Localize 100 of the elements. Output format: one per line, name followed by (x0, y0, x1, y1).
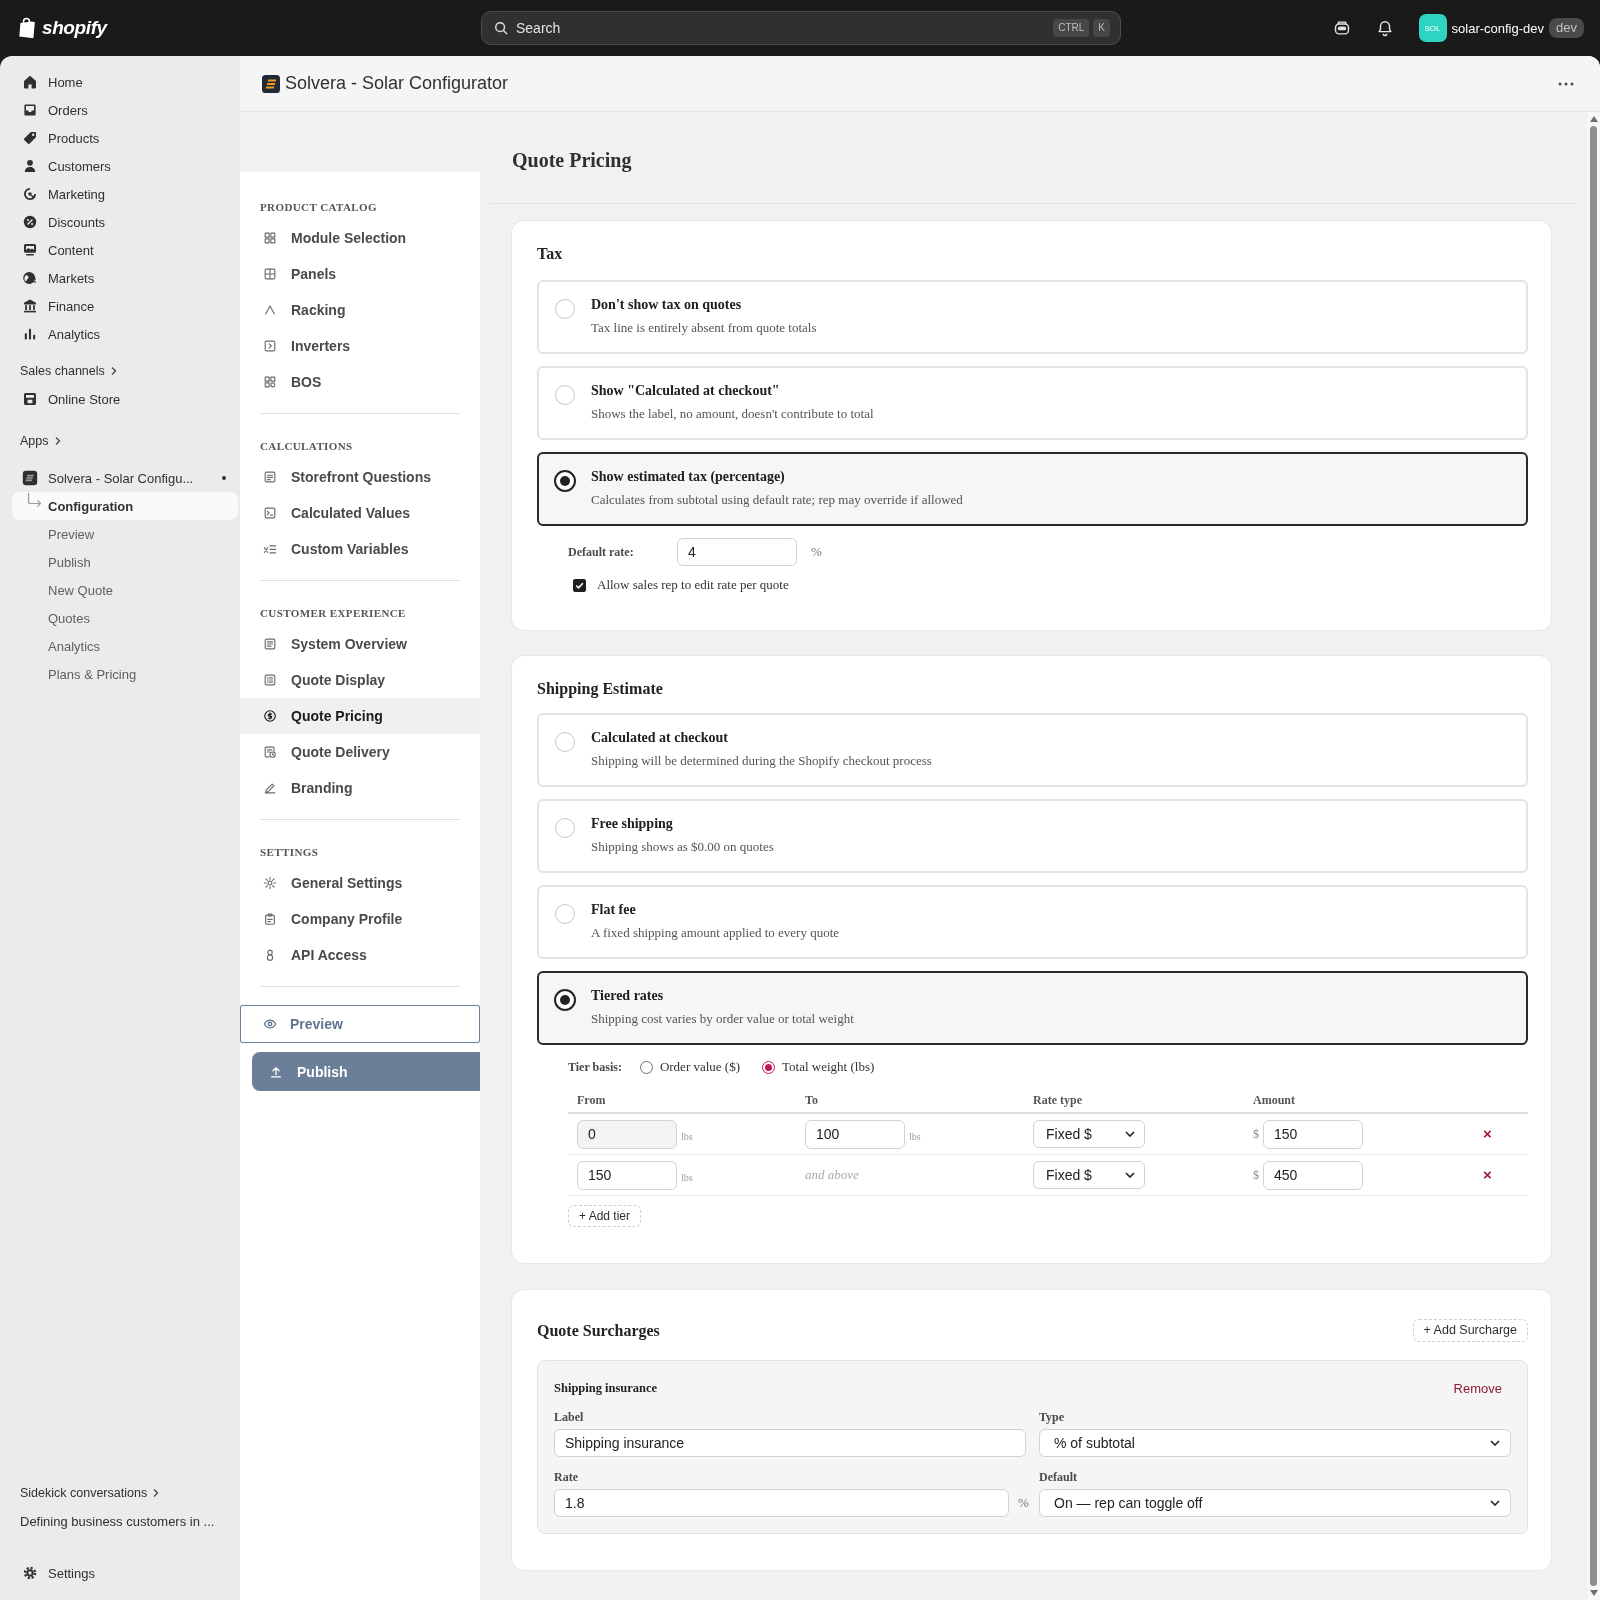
shipping-option[interactable]: Flat fee A fixed shipping amount applied to every quote (537, 885, 1528, 959)
nav-item[interactable]: Customers (12, 152, 238, 180)
more-icon[interactable] (1558, 81, 1574, 86)
amount-input[interactable]: 150 (1263, 1119, 1363, 1149)
column-header: From (576, 1092, 607, 1108)
nav-item[interactable]: Settings (12, 1559, 238, 1587)
app-nav-item[interactable]: Panels (240, 256, 480, 292)
remove-tier-button[interactable]: × (1483, 1167, 1492, 1183)
account-menu[interactable]: SOL solar-config-dev dev (1418, 14, 1584, 42)
shipping-option[interactable]: Calculated at checkout Shipping will be determined during the Shopify checkout process (537, 713, 1528, 787)
nav-subitem[interactable]: New Quote (12, 576, 238, 604)
nav-item[interactable]: Orders (12, 96, 238, 124)
dropdown-select[interactable]: On — rep can toggle off (1039, 1489, 1511, 1517)
app-nav-item[interactable]: BOS (240, 364, 480, 400)
search-field[interactable]: Search CTRL K (481, 11, 1121, 45)
app-nav-item[interactable]: Module Selection (240, 220, 480, 256)
nav-section-heading: PRODUCT CATALOG (259, 200, 378, 215)
document-clock-icon (263, 745, 277, 759)
option-title: Show estimated tax (percentage) (591, 468, 786, 486)
sales-channels-link[interactable]: Sales channels (12, 357, 238, 385)
amount-input[interactable]: 450 (1263, 1160, 1363, 1190)
apps-link[interactable]: Apps (12, 427, 238, 455)
scrollbar-thumb[interactable] (1590, 126, 1597, 1586)
shipping-option[interactable]: Tiered rates Shipping cost varies by order value or total weight (537, 971, 1528, 1045)
app-nav-item[interactable]: Branding (240, 770, 480, 806)
nav-item[interactable]: Home (12, 68, 238, 96)
app-nav-item[interactable]: Quote Display (240, 662, 480, 698)
remove-tier-button[interactable]: × (1483, 1126, 1492, 1142)
option-description: Shows the label, no amount, doesn't contribute to total (591, 405, 874, 422)
app-nav-item[interactable]: Quote Pricing (240, 698, 480, 734)
shopping-bag-icon (18, 17, 37, 39)
column-header: Amount (1252, 1092, 1296, 1108)
rate-type-select[interactable]: Fixed $ (1033, 1120, 1145, 1148)
nav-item[interactable]: Analytics (12, 320, 238, 348)
radio-label: Total weight (lbs) (782, 1059, 875, 1075)
text-input[interactable]: 1.8 (554, 1489, 1009, 1517)
app-nav-item[interactable]: API Access (240, 937, 480, 973)
add-surcharge-button[interactable]: + Add Surcharge (1412, 1318, 1528, 1342)
app-nav-item[interactable]: Solvera - Solar Configu... (12, 464, 238, 492)
conversation-item[interactable]: Defining business customers in ... (12, 1507, 238, 1535)
nav-item[interactable]: Markets (12, 264, 238, 292)
rate-input[interactable]: 4 (677, 538, 797, 566)
table-grid-icon (263, 267, 277, 281)
app-nav-item[interactable]: Calculated Values (240, 495, 480, 531)
remove-link[interactable]: Remove (1453, 1381, 1511, 1396)
app-nav-item[interactable]: System Overview (240, 626, 480, 662)
app-nav-item[interactable]: General Settings (240, 865, 480, 901)
rate-type-select[interactable]: Fixed $ (1033, 1161, 1145, 1189)
app-nav-item[interactable]: Custom Variables (240, 531, 480, 567)
sidekick-conversations-link[interactable]: Sidekick conversations (12, 1479, 238, 1507)
radio-button[interactable] (554, 989, 576, 1011)
column-header: Rate type (1032, 1092, 1083, 1108)
nav-item[interactable]: Online Store (12, 385, 238, 413)
robot-face-icon[interactable] (1332, 19, 1351, 37)
nav-subitem[interactable]: Publish (12, 548, 238, 576)
app-logo-icon (22, 470, 38, 486)
nav-subitem[interactable]: Analytics (12, 632, 238, 660)
inbox-icon (22, 102, 38, 118)
nav-item[interactable]: Marketing (12, 180, 238, 208)
radio-label: Order value ($) (659, 1059, 741, 1075)
grid-circle-icon (263, 375, 277, 389)
nav-section-heading: SETTINGS (259, 845, 320, 860)
preview-button[interactable]: Preview (240, 1005, 480, 1043)
nav-subitem[interactable]: Preview (12, 520, 238, 548)
publish-button[interactable]: Publish (252, 1052, 480, 1091)
checkbox[interactable] (573, 578, 586, 592)
nav-subitem[interactable]: Plans & Pricing (12, 660, 238, 688)
radio-button[interactable] (762, 1060, 776, 1074)
bell-icon[interactable] (1375, 19, 1394, 37)
nav-subitem[interactable]: Quotes (12, 604, 238, 632)
percent-suffix: % (811, 544, 822, 560)
add-tier-button[interactable]: + Add tier (568, 1205, 642, 1227)
dollar-circle-icon (263, 709, 277, 723)
radio-button[interactable] (639, 1060, 653, 1074)
bank-icon (22, 298, 38, 314)
nav-subitem[interactable]: Configuration (12, 492, 238, 520)
app-nav-item[interactable]: Racking (240, 292, 480, 328)
tax-option[interactable]: Show estimated tax (percentage) Calculates from subtotal using default rate; rep may override if allowed (537, 452, 1528, 526)
radio-button[interactable] (554, 470, 576, 492)
dropdown-select[interactable]: % of subtotal (1039, 1429, 1511, 1457)
text-input[interactable]: Shipping insurance (554, 1429, 1026, 1457)
app-nav-item[interactable]: Quote Delivery (240, 734, 480, 770)
scroll-down-arrow-icon[interactable] (1589, 1590, 1598, 1596)
app-nav-item[interactable]: Inverters (240, 328, 480, 364)
app-nav-item[interactable]: Company Profile (240, 901, 480, 937)
keyboard-key: K (1093, 19, 1110, 37)
tax-option[interactable]: Show "Calculated at checkout" Shows the label, no amount, doesn't contribute to total (537, 366, 1528, 440)
grid-icon (263, 231, 277, 245)
nav-item[interactable]: Content (12, 236, 238, 264)
shipping-option[interactable]: Free shipping Shipping shows as $0.00 on quotes (537, 799, 1528, 873)
clipboard-icon (263, 912, 277, 926)
to-input[interactable]: 100 (805, 1119, 905, 1149)
nav-item[interactable]: Discounts (12, 208, 238, 236)
scroll-up-arrow-icon[interactable] (1589, 116, 1598, 122)
from-input[interactable]: 150 (577, 1160, 677, 1190)
storefront-icon (22, 391, 38, 407)
nav-item[interactable]: Products (12, 124, 238, 152)
app-nav-item[interactable]: Storefront Questions (240, 459, 480, 495)
tax-option[interactable]: Don't show tax on quotes Tax line is entirely absent from quote totals (537, 280, 1528, 354)
nav-item[interactable]: Finance (12, 292, 238, 320)
